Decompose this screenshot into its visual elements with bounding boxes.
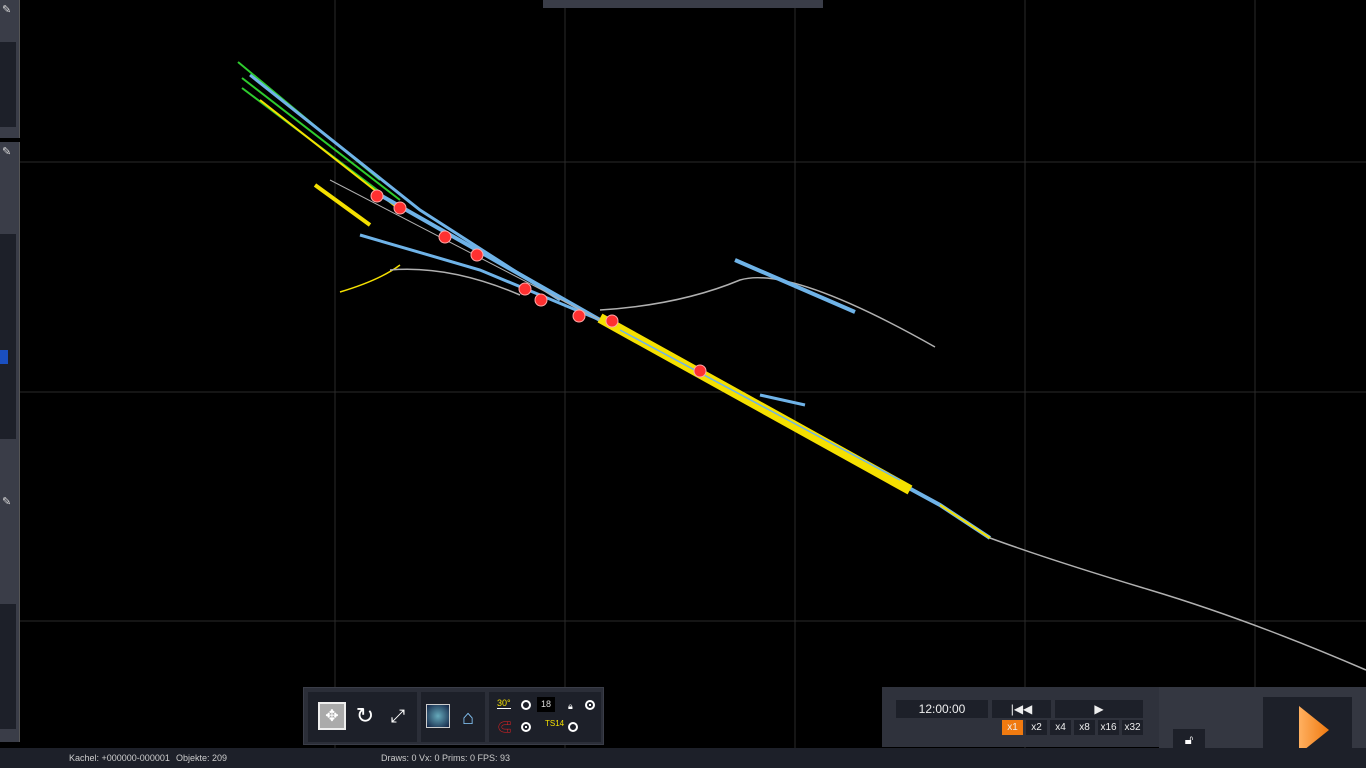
render-stats: Draws: 0 Vx: 0 Prims: 0 FPS: 93 bbox=[381, 753, 511, 763]
globe-icon[interactable] bbox=[426, 704, 450, 728]
toggle-ts14[interactable] bbox=[568, 722, 578, 732]
fullscreen-icon[interactable]: ⤢ bbox=[384, 702, 412, 730]
rewind-button[interactable]: |◀◀ bbox=[992, 700, 1051, 718]
speed-x16[interactable]: x16 bbox=[1098, 720, 1119, 735]
speed-x8[interactable]: x8 bbox=[1074, 720, 1095, 735]
speed-x2[interactable]: x2 bbox=[1026, 720, 1047, 735]
pin-icon[interactable]: ✎ bbox=[2, 3, 11, 16]
clock-display[interactable]: 12:00:00 bbox=[896, 700, 988, 718]
angle-30-icon[interactable]: 30° bbox=[497, 698, 511, 709]
reset-rotation-icon[interactable]: ↻ bbox=[351, 702, 379, 730]
selected-item[interactable] bbox=[0, 350, 8, 364]
lock-icon[interactable]: 🔒︎ bbox=[568, 701, 573, 712]
play-icon: ▶ bbox=[1094, 702, 1104, 716]
rewind-icon: |◀◀ bbox=[1010, 702, 1033, 716]
map-toolbar: ✥ ↻ ⤢ ⌂ 30° 18 🔒︎ 🧲︎ TS14 bbox=[303, 687, 604, 745]
side-panel-2[interactable]: ✎ bbox=[0, 142, 20, 492]
fit-view-icon[interactable]: ✥ bbox=[318, 702, 346, 730]
speed-x1[interactable]: x1 bbox=[1002, 720, 1023, 735]
magnet-icon[interactable]: 🧲︎ bbox=[497, 720, 512, 734]
pin-icon[interactable]: ✎ bbox=[2, 495, 11, 508]
status-bar: Kachel: +000000-000001 Objekte: 209 Draw… bbox=[0, 748, 1366, 768]
ts14-icon[interactable]: TS14 bbox=[545, 719, 564, 728]
grid-value[interactable]: 18 bbox=[537, 697, 555, 712]
pin-icon[interactable]: ✎ bbox=[2, 145, 11, 158]
tile-info: Kachel: +000000-000001 bbox=[69, 753, 170, 763]
speed-x4[interactable]: x4 bbox=[1050, 720, 1071, 735]
toggle-angle[interactable] bbox=[521, 700, 531, 710]
side-panel-1[interactable]: ✎ bbox=[0, 0, 20, 138]
map-canvas[interactable] bbox=[0, 0, 1366, 768]
play-button[interactable]: ▶ bbox=[1055, 700, 1143, 718]
home-icon[interactable]: ⌂ bbox=[454, 704, 482, 732]
map-grid bbox=[0, 0, 1366, 768]
top-panel-handle[interactable] bbox=[543, 0, 823, 8]
track-network bbox=[237, 61, 1366, 671]
toggle-lock[interactable] bbox=[585, 700, 595, 710]
side-panel-3[interactable]: ✎ bbox=[0, 492, 20, 742]
toggle-magnet[interactable] bbox=[521, 722, 531, 732]
speed-x32[interactable]: x32 bbox=[1122, 720, 1143, 735]
object-count: Objekte: 209 bbox=[176, 753, 228, 763]
